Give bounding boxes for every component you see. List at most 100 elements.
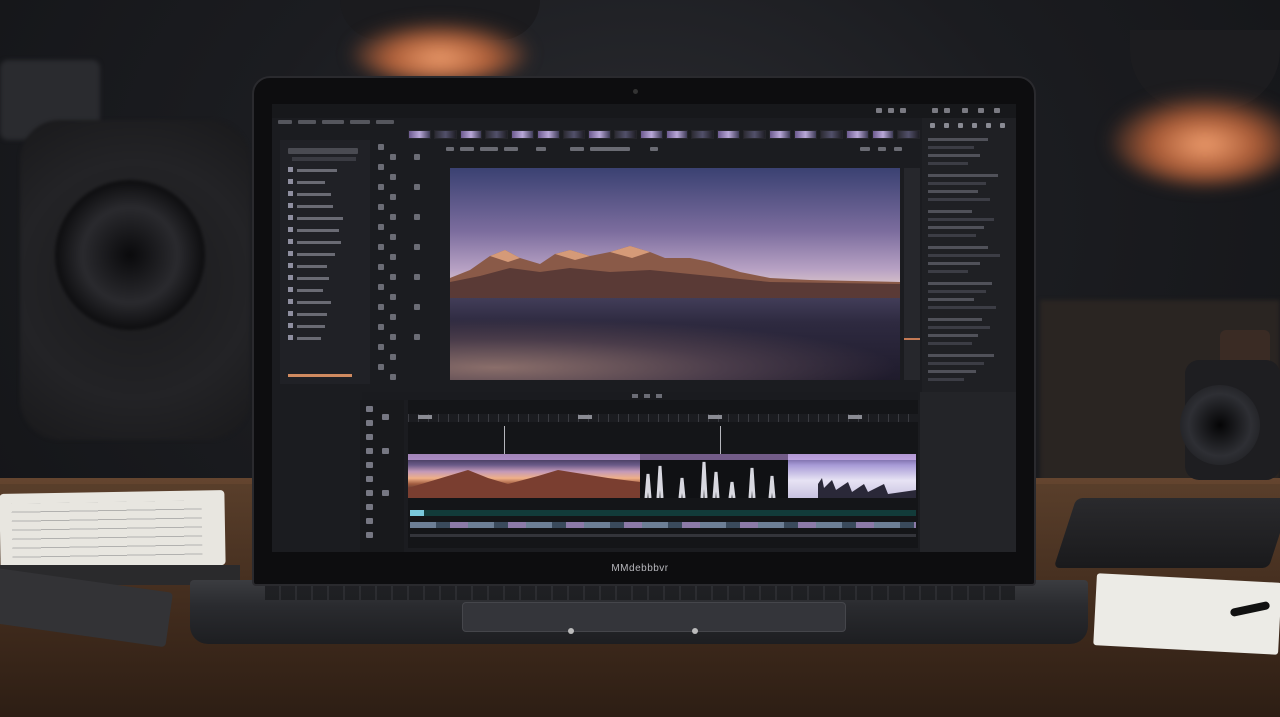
- viewer-tool-icon[interactable]: [878, 147, 886, 151]
- tool-icon[interactable]: [378, 224, 384, 230]
- inspector-row[interactable]: [928, 246, 988, 249]
- inspector-row[interactable]: [928, 146, 974, 149]
- tool-icon[interactable]: [378, 144, 384, 150]
- tool-icon[interactable]: [390, 374, 396, 380]
- menu-item[interactable]: [278, 120, 292, 124]
- film-thumb[interactable]: [433, 130, 457, 139]
- media-item[interactable]: [288, 178, 366, 186]
- viewer-tool-icon[interactable]: [590, 147, 630, 151]
- inspector-row[interactable]: [928, 370, 976, 373]
- in-point-marker[interactable]: [720, 426, 721, 454]
- tool-icon[interactable]: [390, 254, 396, 260]
- window-control-icon[interactable]: [932, 108, 938, 113]
- track-tool-icon[interactable]: [366, 420, 373, 426]
- tool-icon[interactable]: [390, 174, 396, 180]
- tool-icon[interactable]: [378, 364, 384, 370]
- viewer-tool-icon[interactable]: [480, 147, 498, 151]
- tool-icon[interactable]: [378, 164, 384, 170]
- media-item[interactable]: [288, 262, 366, 270]
- inspector-row[interactable]: [928, 290, 986, 293]
- timeline-ruler[interactable]: [408, 414, 918, 422]
- track-tool-icon[interactable]: [366, 434, 373, 440]
- film-thumb[interactable]: [639, 130, 663, 139]
- inspector-icon[interactable]: [1000, 123, 1005, 128]
- inspector-icon[interactable]: [986, 123, 991, 128]
- window-control-icon[interactable]: [994, 108, 1000, 113]
- tool-icon[interactable]: [378, 244, 384, 250]
- track-tool-icon[interactable]: [382, 490, 389, 496]
- tool-icon[interactable]: [378, 304, 384, 310]
- audio-track[interactable]: [410, 522, 916, 528]
- film-thumb[interactable]: [845, 130, 869, 139]
- track-tool-icon[interactable]: [382, 414, 389, 420]
- tool-icon[interactable]: [390, 214, 396, 220]
- media-item[interactable]: [288, 274, 366, 282]
- window-control-icon[interactable]: [962, 108, 968, 113]
- inspector-row[interactable]: [928, 254, 1000, 257]
- track-tool-icon[interactable]: [382, 448, 389, 454]
- inspector-row[interactable]: [928, 190, 978, 193]
- window-control-icon[interactable]: [944, 108, 950, 113]
- viewer-tool-icon[interactable]: [650, 147, 658, 151]
- tool-icon[interactable]: [414, 274, 420, 280]
- window-control-icon[interactable]: [876, 108, 882, 113]
- film-thumb[interactable]: [408, 130, 431, 139]
- tool-icon[interactable]: [390, 294, 396, 300]
- tool-icon[interactable]: [414, 244, 420, 250]
- inspector-row[interactable]: [928, 318, 982, 321]
- viewer-tool-icon[interactable]: [504, 147, 518, 151]
- inspector-row[interactable]: [928, 262, 980, 265]
- media-item[interactable]: [288, 322, 366, 330]
- tool-icon[interactable]: [378, 184, 384, 190]
- inspector-icon[interactable]: [958, 123, 963, 128]
- inspector-row[interactable]: [928, 154, 980, 157]
- film-thumb[interactable]: [794, 130, 817, 139]
- menu-item[interactable]: [350, 120, 370, 124]
- film-thumb[interactable]: [536, 130, 560, 139]
- window-control-icon[interactable]: [888, 108, 894, 113]
- inspector-row[interactable]: [928, 282, 992, 285]
- tool-icon[interactable]: [378, 324, 384, 330]
- track-tool-icon[interactable]: [366, 490, 373, 496]
- inspector-row[interactable]: [928, 378, 964, 381]
- video-clip[interactable]: [640, 454, 788, 498]
- tool-icon[interactable]: [414, 154, 420, 160]
- media-item[interactable]: [288, 190, 366, 198]
- inspector-icon[interactable]: [930, 123, 935, 128]
- tool-icon[interactable]: [378, 344, 384, 350]
- inspector-row[interactable]: [928, 354, 994, 357]
- menu-item[interactable]: [322, 120, 344, 124]
- video-clip[interactable]: [788, 454, 916, 498]
- media-item[interactable]: [288, 214, 366, 222]
- film-thumb[interactable]: [897, 130, 920, 139]
- viewer-tool-icon[interactable]: [446, 147, 454, 151]
- inspector-icon[interactable]: [972, 123, 977, 128]
- tool-icon[interactable]: [414, 304, 420, 310]
- track-tool-icon[interactable]: [366, 532, 373, 538]
- timeline-tracks[interactable]: [408, 400, 918, 548]
- playhead[interactable]: [504, 426, 505, 454]
- media-item[interactable]: [288, 310, 366, 318]
- film-thumb[interactable]: [742, 130, 766, 139]
- menu-item[interactable]: [376, 120, 394, 124]
- video-preview[interactable]: [450, 168, 900, 380]
- inspector-row[interactable]: [928, 162, 968, 165]
- tool-icon[interactable]: [414, 214, 420, 220]
- media-item[interactable]: [288, 298, 366, 306]
- inspector-row[interactable]: [928, 270, 968, 273]
- timeline-tool-icon[interactable]: [632, 394, 638, 398]
- film-thumb[interactable]: [614, 130, 637, 139]
- film-thumb[interactable]: [691, 130, 714, 139]
- viewer-tool-icon[interactable]: [536, 147, 546, 151]
- inspector-row[interactable]: [928, 306, 996, 309]
- window-control-icon[interactable]: [978, 108, 984, 113]
- track-tool-icon[interactable]: [366, 462, 373, 468]
- trackpad[interactable]: [462, 602, 846, 632]
- tool-icon[interactable]: [390, 354, 396, 360]
- media-item[interactable]: [288, 334, 366, 342]
- film-thumb[interactable]: [665, 130, 689, 139]
- track-tool-icon[interactable]: [366, 476, 373, 482]
- tool-icon[interactable]: [390, 154, 396, 160]
- media-item[interactable]: [288, 286, 366, 294]
- audio-marker[interactable]: [410, 510, 424, 516]
